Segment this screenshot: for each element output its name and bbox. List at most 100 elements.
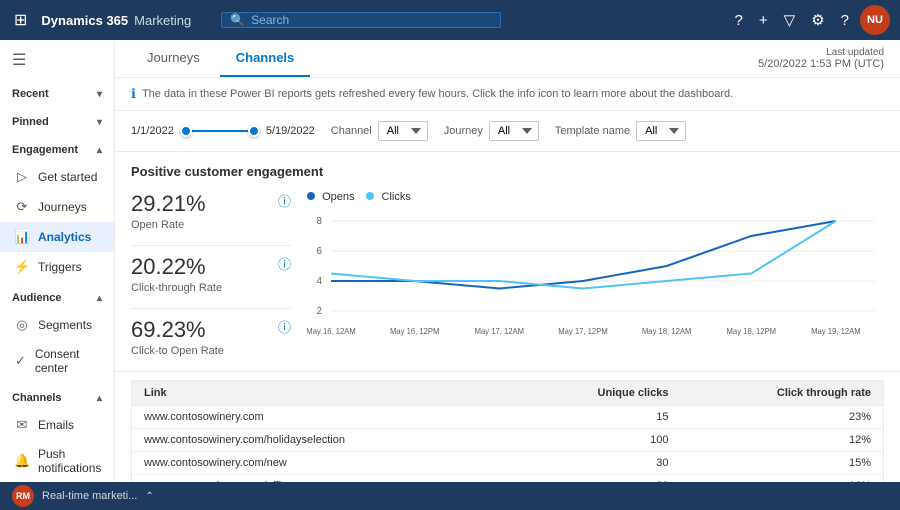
filter-icon[interactable]: ▽ <box>779 6 801 34</box>
template-filter: Template name All <box>555 121 686 141</box>
sidebar-item-push[interactable]: 🔔 Push notifications <box>0 440 114 482</box>
last-updated-label: Last updated <box>758 47 884 58</box>
table-row: www.contosowinery.com/holidayselection 1… <box>132 429 883 452</box>
filter-bar: 1/1/2022 5/19/2022 Channel All Journey <box>115 111 900 152</box>
sidebar-section-pinned: Pinned ▾ <box>0 108 114 136</box>
sidebar-group-pinned-label: Pinned <box>12 116 49 128</box>
sidebar-group-audience[interactable]: Audience ▴ <box>0 286 114 310</box>
metric-ctor-label: Click-to Open Rate <box>131 345 291 357</box>
svg-text:May 17, 12AM: May 17, 12AM <box>475 327 524 336</box>
sidebar-item-analytics[interactable]: 📊 Analytics <box>0 222 114 252</box>
top-navigation: ⊞ Dynamics 365 Marketing 🔍 ? + ▽ ⚙ ? NU <box>0 0 900 40</box>
svg-text:8: 8 <box>317 216 323 227</box>
channel-select[interactable]: All <box>378 121 428 141</box>
cell-ctr: 23% <box>680 406 883 429</box>
journey-select[interactable]: All <box>489 121 539 141</box>
sidebar-section-audience: Audience ▴ ◎ Segments ✓ Consent center <box>0 284 114 384</box>
table-row: www.contosowinery.com 15 23% <box>132 406 883 429</box>
sidebar-group-engagement-label: Engagement <box>12 144 78 156</box>
chart-legend: Opens Clicks <box>307 191 884 203</box>
waffle-icon[interactable]: ⊞ <box>10 6 31 34</box>
col-unique-clicks: Unique clicks <box>518 381 681 406</box>
sidebar-item-triggers[interactable]: ⚡ Triggers <box>0 252 114 282</box>
date-slider[interactable] <box>180 125 260 137</box>
cell-unique-clicks: 15 <box>518 406 681 429</box>
sidebar-item-consent[interactable]: ✓ Consent center <box>0 340 114 382</box>
question-icon[interactable]: ? <box>836 7 854 34</box>
sidebar-section-engagement: Engagement ▴ ▷ Get started ⟳ Journeys 📊 … <box>0 136 114 284</box>
status-expand-icon[interactable]: ⌃ <box>145 491 153 502</box>
cell-link: www.contosowinery.com/holidayselection <box>132 429 518 452</box>
triggers-icon: ⚡ <box>14 259 30 275</box>
sidebar-item-get-started[interactable]: ▷ Get started <box>0 162 114 192</box>
sidebar-group-pinned[interactable]: Pinned ▾ <box>0 110 114 134</box>
legend-clicks-label: Clicks <box>382 191 411 203</box>
tabs-bar: Journeys Channels Last updated 5/20/2022… <box>115 40 900 78</box>
metric-ctor-value: 69.23% <box>131 317 291 343</box>
channel-filter: Channel All <box>331 121 428 141</box>
tab-journeys[interactable]: Journeys <box>131 40 216 77</box>
sidebar-group-audience-label: Audience <box>12 292 62 304</box>
app-layout: ☰ Recent ▾ Pinned ▾ Engagement ▴ ▷ Get s… <box>0 40 900 510</box>
sidebar-item-journeys[interactable]: ⟳ Journeys <box>0 192 114 222</box>
sidebar-item-segments[interactable]: ◎ Segments <box>0 310 114 340</box>
push-icon: 🔔 <box>14 453 30 469</box>
cell-unique-clicks: 30 <box>518 452 681 475</box>
chevron-channels: ▴ <box>97 393 102 404</box>
help-icon[interactable]: ? <box>730 7 748 34</box>
settings-icon[interactable]: ⚙ <box>806 6 829 34</box>
legend-opens-label: Opens <box>322 191 354 203</box>
chart-panel: Opens Clicks 8 6 4 2 <box>307 191 884 371</box>
chevron-audience: ▴ <box>97 293 102 304</box>
svg-text:May 17, 12PM: May 17, 12PM <box>558 327 607 336</box>
user-avatar[interactable]: NU <box>860 5 890 35</box>
sidebar-group-channels-label: Channels <box>12 392 62 404</box>
info-message: The data in these Power BI reports gets … <box>142 88 733 100</box>
metric-open-rate: 29.21% ⓘ Open Rate <box>131 191 291 231</box>
add-icon[interactable]: + <box>754 7 773 34</box>
sidebar-group-recent[interactable]: Recent ▾ <box>0 82 114 106</box>
cell-link: www.contosowinery.com/new <box>132 452 518 475</box>
metric-ctr-info[interactable]: ⓘ <box>278 254 291 273</box>
legend-clicks: Clicks <box>366 191 410 203</box>
legend-clicks-dot <box>366 192 374 200</box>
sidebar-group-engagement[interactable]: Engagement ▴ <box>0 138 114 162</box>
cell-unique-clicks: 100 <box>518 429 681 452</box>
hamburger-button[interactable]: ☰ <box>0 40 114 80</box>
sidebar-group-recent-label: Recent <box>12 88 49 100</box>
metric-ctor-info[interactable]: ⓘ <box>278 317 291 336</box>
legend-opens-dot <box>307 192 315 200</box>
date-to: 5/19/2022 <box>266 125 315 137</box>
sidebar-group-channels[interactable]: Channels ▴ <box>0 386 114 410</box>
template-select[interactable]: All <box>636 121 686 141</box>
info-bar: ℹ The data in these Power BI reports get… <box>115 78 900 111</box>
metric-open-rate-info[interactable]: ⓘ <box>278 191 291 210</box>
journey-label: Journey <box>444 125 483 137</box>
get-started-icon: ▷ <box>14 169 30 185</box>
analytics-icon: 📊 <box>14 229 30 245</box>
sidebar-item-consent-label: Consent center <box>35 347 100 375</box>
sidebar-item-segments-label: Segments <box>38 318 92 332</box>
status-bar: RM Real-time marketi... ⌃ <box>0 482 900 510</box>
sidebar-item-emails[interactable]: ✉ Emails <box>0 410 114 440</box>
search-input[interactable] <box>251 13 492 27</box>
table-row: www.contosowinery.com/new 30 15% <box>132 452 883 475</box>
legend-opens: Opens <box>307 191 354 203</box>
chevron-recent: ▾ <box>97 89 102 100</box>
app-module: Marketing <box>134 13 191 28</box>
main-content: Journeys Channels Last updated 5/20/2022… <box>115 40 900 510</box>
engagement-chart: 8 6 4 2 <box>307 209 884 339</box>
svg-text:May 18, 12AM: May 18, 12AM <box>642 327 691 336</box>
chevron-pinned: ▾ <box>97 117 102 128</box>
cell-link: www.contosowinery.com <box>132 406 518 429</box>
tab-channels[interactable]: Channels <box>220 40 311 77</box>
metric-ctr: 20.22% ⓘ Click-through Rate <box>131 254 291 294</box>
sidebar-item-analytics-label: Analytics <box>38 230 91 244</box>
metrics-panel: 29.21% ⓘ Open Rate 20.22% ⓘ Click-throug… <box>131 191 291 371</box>
sidebar-item-get-started-label: Get started <box>38 170 97 184</box>
last-updated-value: 5/20/2022 1:53 PM (UTC) <box>758 58 884 70</box>
sidebar-item-emails-label: Emails <box>38 418 74 432</box>
svg-text:6: 6 <box>317 246 323 257</box>
svg-text:May 16, 12PM: May 16, 12PM <box>390 327 439 336</box>
journeys-icon: ⟳ <box>14 199 30 215</box>
